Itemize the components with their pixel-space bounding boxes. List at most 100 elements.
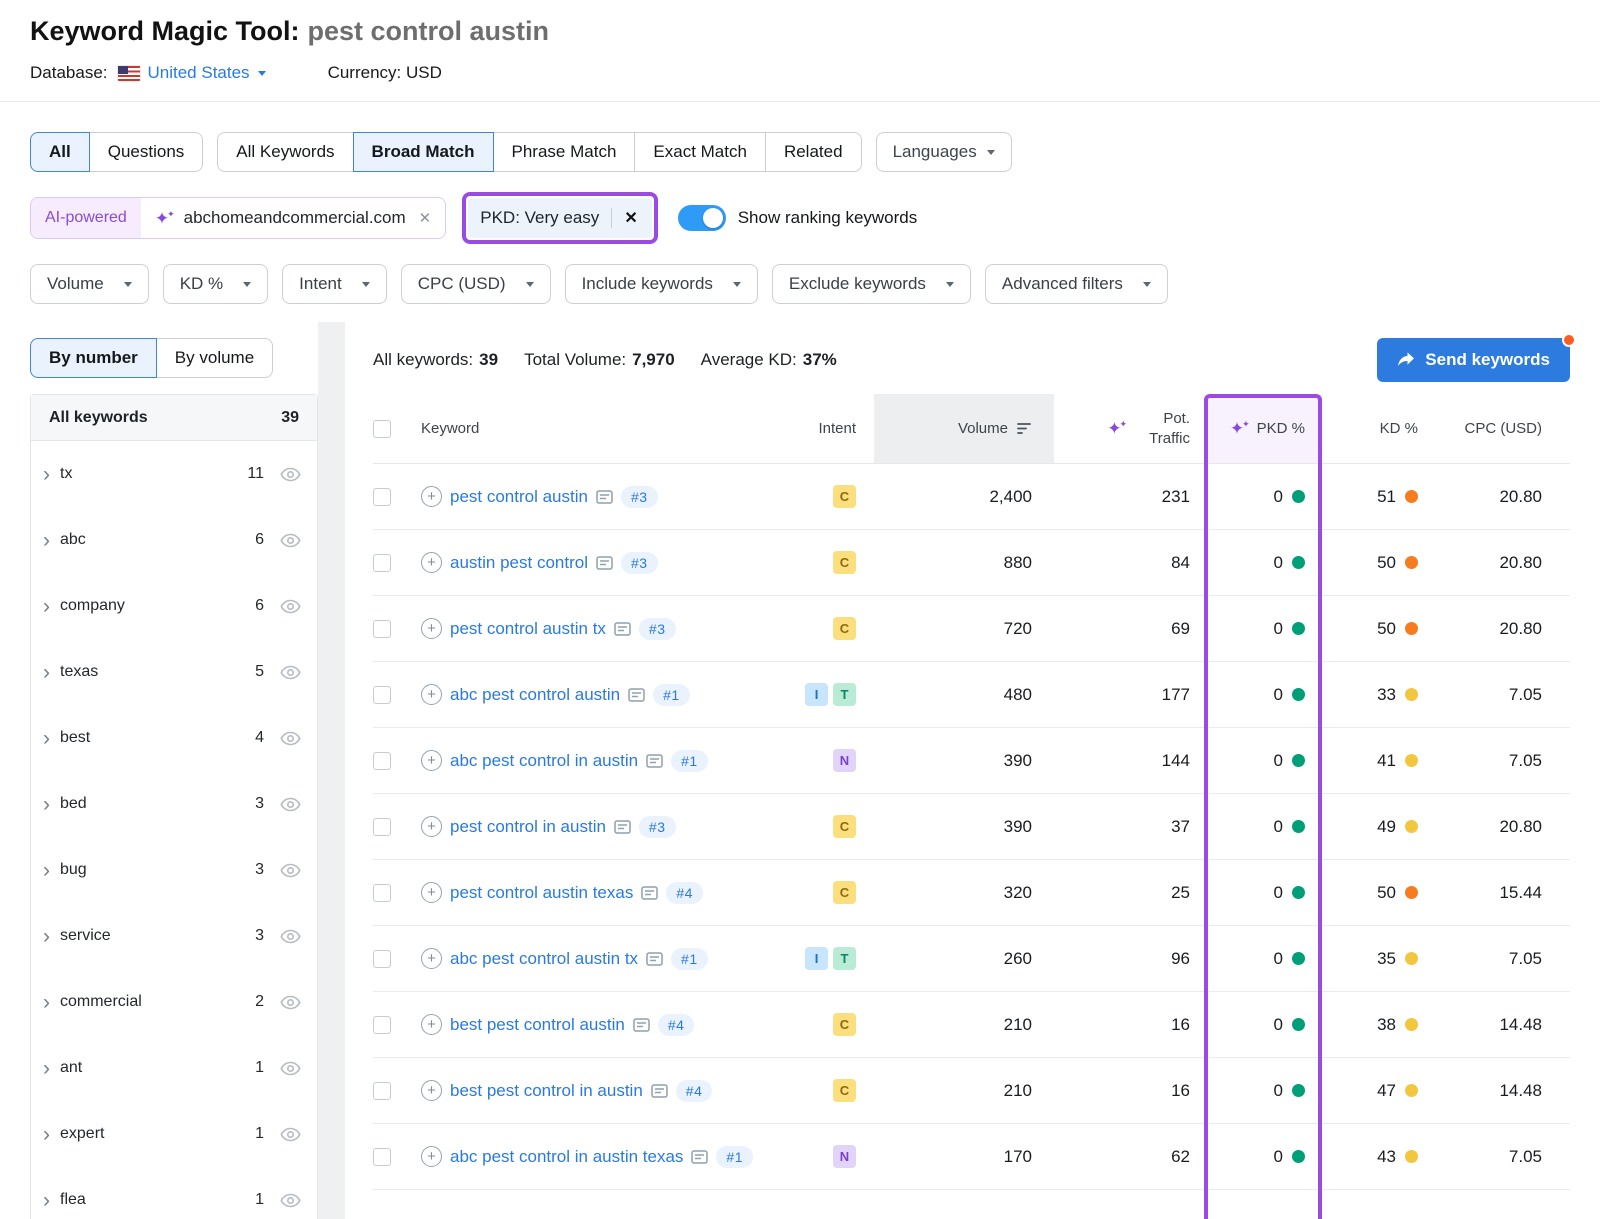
serp-features-icon[interactable] xyxy=(614,622,631,636)
serp-features-icon[interactable] xyxy=(614,820,631,834)
row-checkbox[interactable] xyxy=(373,818,391,836)
show-ranking-keywords-toggle[interactable] xyxy=(678,205,726,231)
tab-broad-match[interactable]: Broad Match xyxy=(353,132,494,172)
rank-badge[interactable]: #4 xyxy=(676,1080,713,1102)
keyword-group-row[interactable]: › company 6 xyxy=(31,573,317,639)
filter-dropdown[interactable]: Volume xyxy=(30,264,149,304)
keyword-group-row[interactable]: › bug 3 xyxy=(31,837,317,903)
keyword-group-row[interactable]: › service 3 xyxy=(31,903,317,969)
keyword-group-row[interactable]: › tx 11 xyxy=(31,441,317,507)
keyword-link[interactable]: best pest control in austin xyxy=(450,1081,643,1101)
keyword-link[interactable]: austin pest control xyxy=(450,553,588,573)
add-keyword-icon[interactable]: + xyxy=(421,618,442,639)
row-checkbox[interactable] xyxy=(373,686,391,704)
by-volume-tab[interactable]: By volume xyxy=(156,338,273,378)
column-header-cpc[interactable]: CPC (USD) xyxy=(1432,394,1570,463)
serp-features-icon[interactable] xyxy=(633,1018,650,1032)
ai-domain-input[interactable]: ✦✦ abchomeandcommercial.com ✕ xyxy=(141,198,445,238)
all-keywords-header[interactable]: All keywords 39 xyxy=(31,395,317,441)
tab-phrase-match[interactable]: Phrase Match xyxy=(493,132,636,172)
eye-icon[interactable] xyxy=(280,1193,301,1208)
eye-icon[interactable] xyxy=(280,599,301,614)
serp-features-icon[interactable] xyxy=(628,688,645,702)
rank-badge[interactable]: #3 xyxy=(621,486,658,508)
add-keyword-icon[interactable]: + xyxy=(421,1146,442,1167)
add-keyword-icon[interactable]: + xyxy=(421,1014,442,1035)
pkd-filter-chip[interactable]: PKD: Very easy ✕ xyxy=(468,198,651,238)
add-keyword-icon[interactable]: + xyxy=(421,882,442,903)
send-keywords-button[interactable]: Send keywords xyxy=(1377,338,1570,382)
serp-features-icon[interactable] xyxy=(596,490,613,504)
filter-dropdown[interactable]: Intent xyxy=(282,264,387,304)
eye-icon[interactable] xyxy=(280,797,301,812)
filter-dropdown[interactable]: Advanced filters xyxy=(985,264,1168,304)
rank-badge[interactable]: #1 xyxy=(716,1146,753,1168)
add-keyword-icon[interactable]: + xyxy=(421,750,442,771)
row-checkbox[interactable] xyxy=(373,1016,391,1034)
filter-dropdown[interactable]: Exclude keywords xyxy=(772,264,971,304)
keyword-link[interactable]: abc pest control in austin texas xyxy=(450,1147,683,1167)
add-keyword-icon[interactable]: + xyxy=(421,552,442,573)
keyword-link[interactable]: best pest control austin xyxy=(450,1015,625,1035)
serp-features-icon[interactable] xyxy=(691,1150,708,1164)
eye-icon[interactable] xyxy=(280,731,301,746)
keyword-group-row[interactable]: › expert 1 xyxy=(31,1101,317,1167)
eye-icon[interactable] xyxy=(280,467,301,482)
eye-icon[interactable] xyxy=(280,995,301,1010)
keyword-group-row[interactable]: › bed 3 xyxy=(31,771,317,837)
row-checkbox[interactable] xyxy=(373,884,391,902)
add-keyword-icon[interactable]: + xyxy=(421,1080,442,1101)
eye-icon[interactable] xyxy=(280,665,301,680)
keyword-link[interactable]: pest control austin tx xyxy=(450,619,606,639)
select-all-checkbox[interactable] xyxy=(373,420,391,438)
keyword-group-row[interactable]: › flea 1 xyxy=(31,1167,317,1219)
row-checkbox[interactable] xyxy=(373,752,391,770)
keyword-link[interactable]: abc pest control austin tx xyxy=(450,949,638,969)
keyword-link[interactable]: abc pest control austin xyxy=(450,685,620,705)
tab-all-keywords[interactable]: All Keywords xyxy=(217,132,353,172)
filter-dropdown[interactable]: CPC (USD) xyxy=(401,264,551,304)
remove-pkd-filter-icon[interactable]: ✕ xyxy=(611,208,639,228)
keyword-link[interactable]: pest control austin xyxy=(450,487,588,507)
clear-domain-icon[interactable]: ✕ xyxy=(419,209,432,227)
rank-badge[interactable]: #3 xyxy=(639,618,676,640)
rank-badge[interactable]: #1 xyxy=(671,750,708,772)
add-keyword-icon[interactable]: + xyxy=(421,486,442,507)
rank-badge[interactable]: #4 xyxy=(666,882,703,904)
keyword-group-row[interactable]: › ant 1 xyxy=(31,1035,317,1101)
keyword-group-row[interactable]: › texas 5 xyxy=(31,639,317,705)
add-keyword-icon[interactable]: + xyxy=(421,684,442,705)
column-header-keyword[interactable]: Keyword xyxy=(421,394,778,463)
keyword-link[interactable]: pest control in austin xyxy=(450,817,606,837)
serp-features-icon[interactable] xyxy=(641,886,658,900)
row-checkbox[interactable] xyxy=(373,1082,391,1100)
serp-features-icon[interactable] xyxy=(651,1084,668,1098)
row-checkbox[interactable] xyxy=(373,554,391,572)
column-header-pkd[interactable]: ✦✦ PKD % xyxy=(1204,394,1322,463)
keyword-group-row[interactable]: › abc 6 xyxy=(31,507,317,573)
filter-dropdown[interactable]: Include keywords xyxy=(565,264,758,304)
row-checkbox[interactable] xyxy=(373,488,391,506)
keyword-link[interactable]: abc pest control in austin xyxy=(450,751,638,771)
tab-questions[interactable]: Questions xyxy=(89,132,204,172)
serp-features-icon[interactable] xyxy=(596,556,613,570)
by-number-tab[interactable]: By number xyxy=(30,338,157,378)
serp-features-icon[interactable] xyxy=(646,952,663,966)
rank-badge[interactable]: #1 xyxy=(653,684,690,706)
filter-dropdown[interactable]: KD % xyxy=(163,264,268,304)
eye-icon[interactable] xyxy=(280,863,301,878)
eye-icon[interactable] xyxy=(280,929,301,944)
database-selector[interactable]: United States xyxy=(148,63,266,83)
eye-icon[interactable] xyxy=(280,533,301,548)
row-checkbox[interactable] xyxy=(373,1148,391,1166)
tab-exact-match[interactable]: Exact Match xyxy=(634,132,766,172)
column-header-intent[interactable]: Intent xyxy=(778,394,874,463)
languages-dropdown[interactable]: Languages xyxy=(876,132,1012,172)
row-checkbox[interactable] xyxy=(373,950,391,968)
keyword-group-row[interactable]: › commercial 2 xyxy=(31,969,317,1035)
eye-icon[interactable] xyxy=(280,1061,301,1076)
tab-related[interactable]: Related xyxy=(765,132,862,172)
rank-badge[interactable]: #3 xyxy=(639,816,676,838)
add-keyword-icon[interactable]: + xyxy=(421,948,442,969)
add-keyword-icon[interactable]: + xyxy=(421,816,442,837)
